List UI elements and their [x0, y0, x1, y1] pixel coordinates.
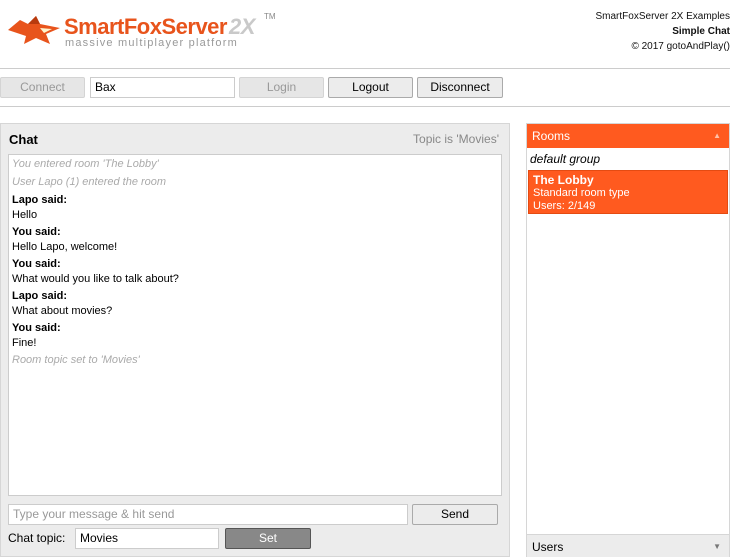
message-sender: Lapo said: — [12, 194, 68, 206]
message-sender: You said: — [12, 226, 61, 238]
room-item-the-lobby[interactable]: The Lobby Standard room type Users: 2/14… — [528, 170, 728, 214]
room-user-count: Users: 2/149 — [533, 200, 596, 212]
header-divider — [0, 68, 730, 69]
disconnect-button[interactable]: Disconnect — [417, 77, 503, 98]
logo-tagline: massive multiplayer platform — [65, 37, 238, 49]
users-header-label: Users — [532, 540, 564, 554]
system-message: Room topic set to 'Movies' — [12, 354, 140, 366]
system-message: User Lapo (1) entered the room — [12, 176, 167, 188]
chat-topic-status: Topic is 'Movies' — [413, 132, 499, 146]
toolbar-divider — [0, 106, 730, 107]
rooms-panel: Rooms ▲ default group The Lobby Standard… — [526, 123, 730, 557]
connect-button[interactable]: Connect — [0, 77, 85, 98]
chat-topic-input[interactable]: Movies — [75, 528, 219, 549]
fox-icon — [8, 16, 60, 44]
message-text: What about movies? — [12, 305, 113, 317]
message-sender: You said: — [12, 322, 61, 334]
chat-panel: Chat Topic is 'Movies' You entered room … — [0, 123, 510, 557]
login-button[interactable]: Login — [239, 77, 324, 98]
message-text: Hello Lapo, welcome! — [12, 241, 118, 253]
username-input[interactable]: Bax — [90, 77, 235, 98]
room-group-label: default group — [530, 152, 601, 166]
chat-title: Chat — [9, 132, 38, 147]
rooms-header-label: Rooms — [532, 129, 571, 143]
message-text: Fine! — [12, 337, 37, 349]
logo: SmartFoxServer2X TM massive multiplayer … — [6, 10, 286, 52]
app-root: SmartFoxServer2X TM massive multiplayer … — [0, 0, 730, 557]
credits-title: SmartFoxServer 2X Examples — [595, 11, 730, 22]
room-type: Standard room type — [533, 187, 630, 199]
logo-trademark: TM — [264, 12, 276, 21]
users-header[interactable]: Users ▼ — [527, 534, 729, 557]
chat-message: You said: Fine! — [12, 321, 498, 351]
chat-topic-label: Chat topic: — [8, 531, 66, 545]
message-sender: Lapo said: — [12, 290, 68, 302]
set-topic-button[interactable]: Set — [225, 528, 311, 549]
logout-button[interactable]: Logout — [328, 77, 413, 98]
credits-copyright: © 2017 gotoAndPlay() — [631, 41, 730, 52]
chat-message: You said: Hello Lapo, welcome! — [12, 225, 498, 255]
expand-triangle-icon[interactable]: ▼ — [713, 535, 721, 557]
chat-message: Lapo said: What about movies? — [12, 289, 498, 319]
chat-log[interactable]: You entered room 'The Lobby' User Lapo (… — [8, 154, 502, 496]
rooms-header[interactable]: Rooms ▲ — [527, 124, 729, 148]
message-text: What would you like to talk about? — [12, 273, 179, 285]
chat-message: Lapo said: Hello — [12, 193, 498, 223]
room-name: The Lobby — [533, 173, 594, 187]
message-sender: You said: — [12, 258, 61, 270]
message-text: Hello — [12, 209, 38, 221]
credits-example-name: Simple Chat — [672, 26, 730, 37]
message-input[interactable]: Type your message & hit send — [8, 504, 408, 525]
system-message: You entered room 'The Lobby' — [12, 158, 159, 170]
credits: SmartFoxServer 2X Examples Simple Chat ©… — [596, 9, 730, 54]
send-button[interactable]: Send — [412, 504, 498, 525]
chat-message: You said: What would you like to talk ab… — [12, 257, 498, 287]
collapse-triangle-icon[interactable]: ▲ — [713, 124, 721, 148]
